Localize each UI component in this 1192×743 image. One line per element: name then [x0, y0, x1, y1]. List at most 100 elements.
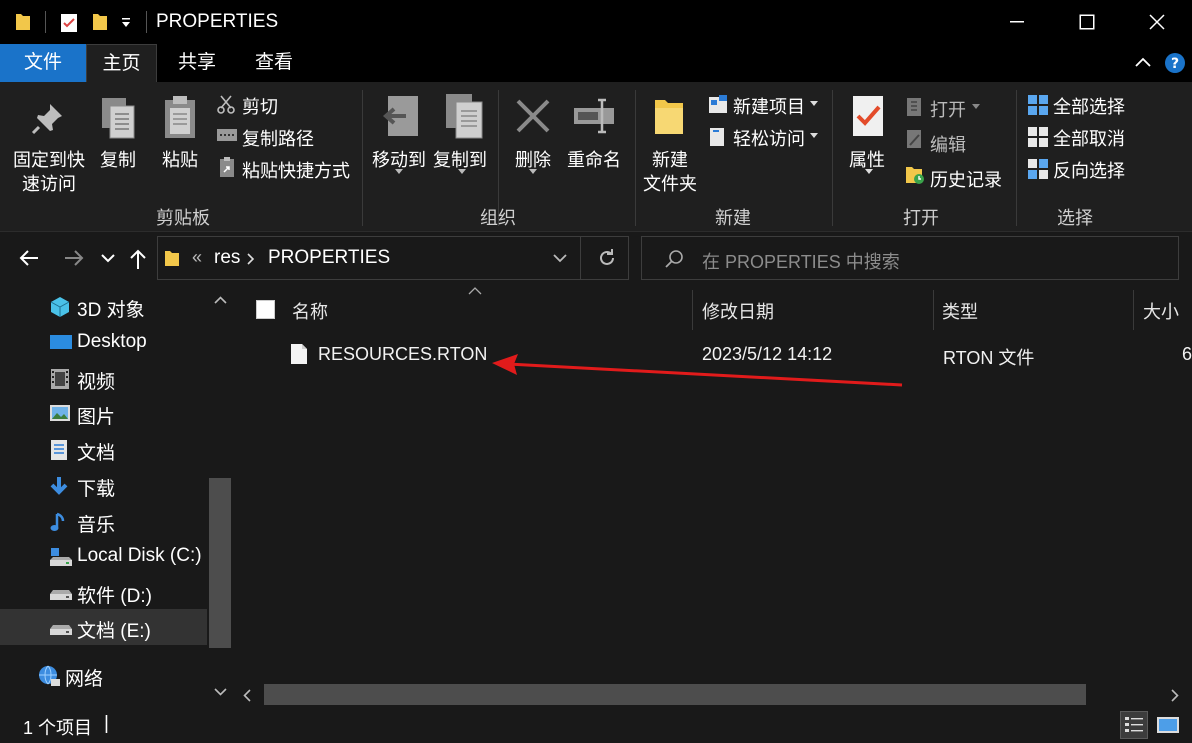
sidebar-item-downloads[interactable]: 下载 [0, 467, 207, 503]
customize-toolbar-icon[interactable] [121, 17, 131, 29]
move-to-icon [382, 96, 418, 136]
open-icon [907, 98, 921, 116]
address-history-icon[interactable] [553, 254, 567, 263]
sidebar-item-drive-e[interactable]: 文档 (E:) [0, 609, 207, 645]
new-item-label: 新建项目 [733, 97, 805, 117]
file-name: RESOURCES.RTON [318, 344, 488, 364]
dropdown-arrow-icon [865, 169, 873, 174]
tab-share[interactable]: 共享 [162, 44, 232, 82]
up-icon[interactable] [129, 248, 147, 270]
column-header-modified[interactable]: 修改日期 [702, 298, 774, 324]
chevron-right-icon[interactable] [247, 253, 255, 265]
separator [45, 11, 46, 33]
network-icon [39, 665, 60, 686]
status-bar: 1 个项目 | [0, 706, 1192, 743]
column-header-size[interactable]: 大小 [1143, 298, 1179, 324]
tab-view[interactable]: 查看 [239, 44, 309, 82]
separator [146, 11, 147, 33]
new-folder-quick-icon[interactable] [91, 12, 109, 32]
minimize-button[interactable] [982, 0, 1052, 44]
paste-shortcut-label: 粘贴快捷方式 [242, 161, 350, 181]
breadcrumb-overflow[interactable]: « [192, 247, 202, 268]
sidebar-item-3d-objects[interactable]: 3D 对象 [0, 288, 207, 324]
search-box[interactable]: 在 PROPERTIES 中搜索 [641, 236, 1179, 280]
select-all-checkbox[interactable] [256, 300, 275, 319]
status-separator: | [104, 713, 109, 734]
scroll-down-icon[interactable] [214, 688, 227, 696]
file-icon [291, 344, 307, 364]
recent-locations-icon[interactable] [101, 254, 115, 263]
drive-icon [50, 625, 72, 635]
group-label-new: 新建 [715, 208, 751, 228]
dropdown-arrow-icon [458, 169, 466, 174]
details-view-icon [1125, 717, 1143, 732]
sidebar-item-videos[interactable]: 视频 [0, 360, 207, 396]
scroll-up-icon[interactable] [214, 296, 227, 304]
forward-icon[interactable] [63, 249, 85, 267]
ribbon-tabs: 文件 主页 共享 查看 ? [0, 44, 1192, 82]
collapse-ribbon-icon[interactable] [1134, 56, 1152, 68]
column-divider[interactable] [692, 290, 693, 330]
search-input[interactable]: 在 PROPERTIES 中搜索 [702, 248, 900, 274]
sidebar-item-documents[interactable]: 文档 [0, 431, 207, 467]
dropdown-arrow-icon [395, 169, 403, 174]
paste-label: 粘贴 [162, 150, 198, 170]
sidebar-item-music[interactable]: 音乐 [0, 503, 207, 539]
folder-icon [165, 251, 179, 266]
column-header-type[interactable]: 类型 [942, 298, 978, 324]
pictures-icon [50, 405, 70, 421]
help-icon[interactable]: ? [1164, 52, 1186, 74]
minimize-icon [1010, 21, 1024, 23]
navigation-pane: 3D 对象 Desktop 视频 图片 文档 下载 音乐 Local Disk … [0, 286, 234, 706]
back-icon[interactable] [18, 249, 40, 267]
column-divider[interactable] [1133, 290, 1134, 330]
new-item-icon [709, 95, 727, 113]
sidebar-item-network[interactable]: 网络 [0, 657, 207, 693]
pin-label-line2: 速访问 [22, 174, 76, 194]
large-icons-view-button[interactable] [1154, 711, 1182, 739]
history-label: 历史记录 [930, 170, 1002, 190]
address-bar[interactable]: « res PROPERTIES [157, 236, 629, 280]
sidebar-item-pictures[interactable]: 图片 [0, 395, 207, 431]
details-view-button[interactable] [1120, 711, 1148, 739]
tab-home[interactable]: 主页 [86, 44, 157, 82]
sidebar-item-drive-d[interactable]: 软件 (D:) [0, 574, 207, 610]
sidebar-item-desktop[interactable]: Desktop [0, 324, 207, 360]
svg-text:?: ? [1171, 56, 1179, 72]
breadcrumb-properties[interactable]: PROPERTIES [268, 247, 390, 269]
sidebar-item-label: Desktop [77, 331, 147, 352]
breadcrumb-res[interactable]: res [214, 247, 240, 269]
file-list-hscroll-thumb[interactable] [264, 684, 1086, 705]
new-folder-label-line2: 文件夹 [643, 174, 697, 194]
window-title: PROPERTIES [156, 11, 279, 32]
3d-objects-icon [50, 297, 70, 317]
sidebar-item-local-disk-c[interactable]: Local Disk (C:) [0, 538, 207, 574]
large-icons-view-icon [1157, 717, 1179, 733]
group-label-clipboard: 剪贴板 [156, 208, 210, 228]
new-folder-label-line1: 新建 [652, 150, 688, 170]
sort-ascending-icon [468, 287, 482, 295]
sidebar-item-label: 3D 对象 [77, 300, 145, 321]
ribbon: 固定到快 速访问 复制 粘贴 剪切 复制路径 粘贴快捷方式 剪贴板 移动到 复制… [0, 82, 1192, 232]
scroll-left-icon[interactable] [243, 689, 251, 702]
refresh-icon[interactable] [597, 248, 617, 268]
group-separator [635, 90, 636, 226]
sidebar-item-label: 音乐 [77, 515, 116, 536]
column-header-name[interactable]: 名称 [292, 298, 328, 324]
sidebar-item-label: 下载 [77, 479, 116, 500]
group-label-open: 打开 [903, 208, 939, 228]
sidebar-item-label: 网络 [65, 669, 104, 690]
documents-icon [51, 440, 67, 460]
item-count: 1 个项目 [23, 718, 93, 738]
copy-path-label: 复制路径 [242, 129, 314, 149]
close-button[interactable] [1122, 0, 1192, 44]
copy-label: 复制 [100, 150, 136, 170]
tab-file[interactable]: 文件 [0, 44, 86, 82]
maximize-button[interactable] [1052, 0, 1122, 44]
pin-label-line1: 固定到快 [13, 150, 85, 170]
column-divider[interactable] [933, 290, 934, 330]
delete-icon [516, 99, 550, 133]
scroll-right-icon[interactable] [1171, 689, 1179, 702]
sidebar-scroll-thumb[interactable] [209, 478, 231, 648]
properties-quick-icon[interactable] [59, 12, 79, 34]
